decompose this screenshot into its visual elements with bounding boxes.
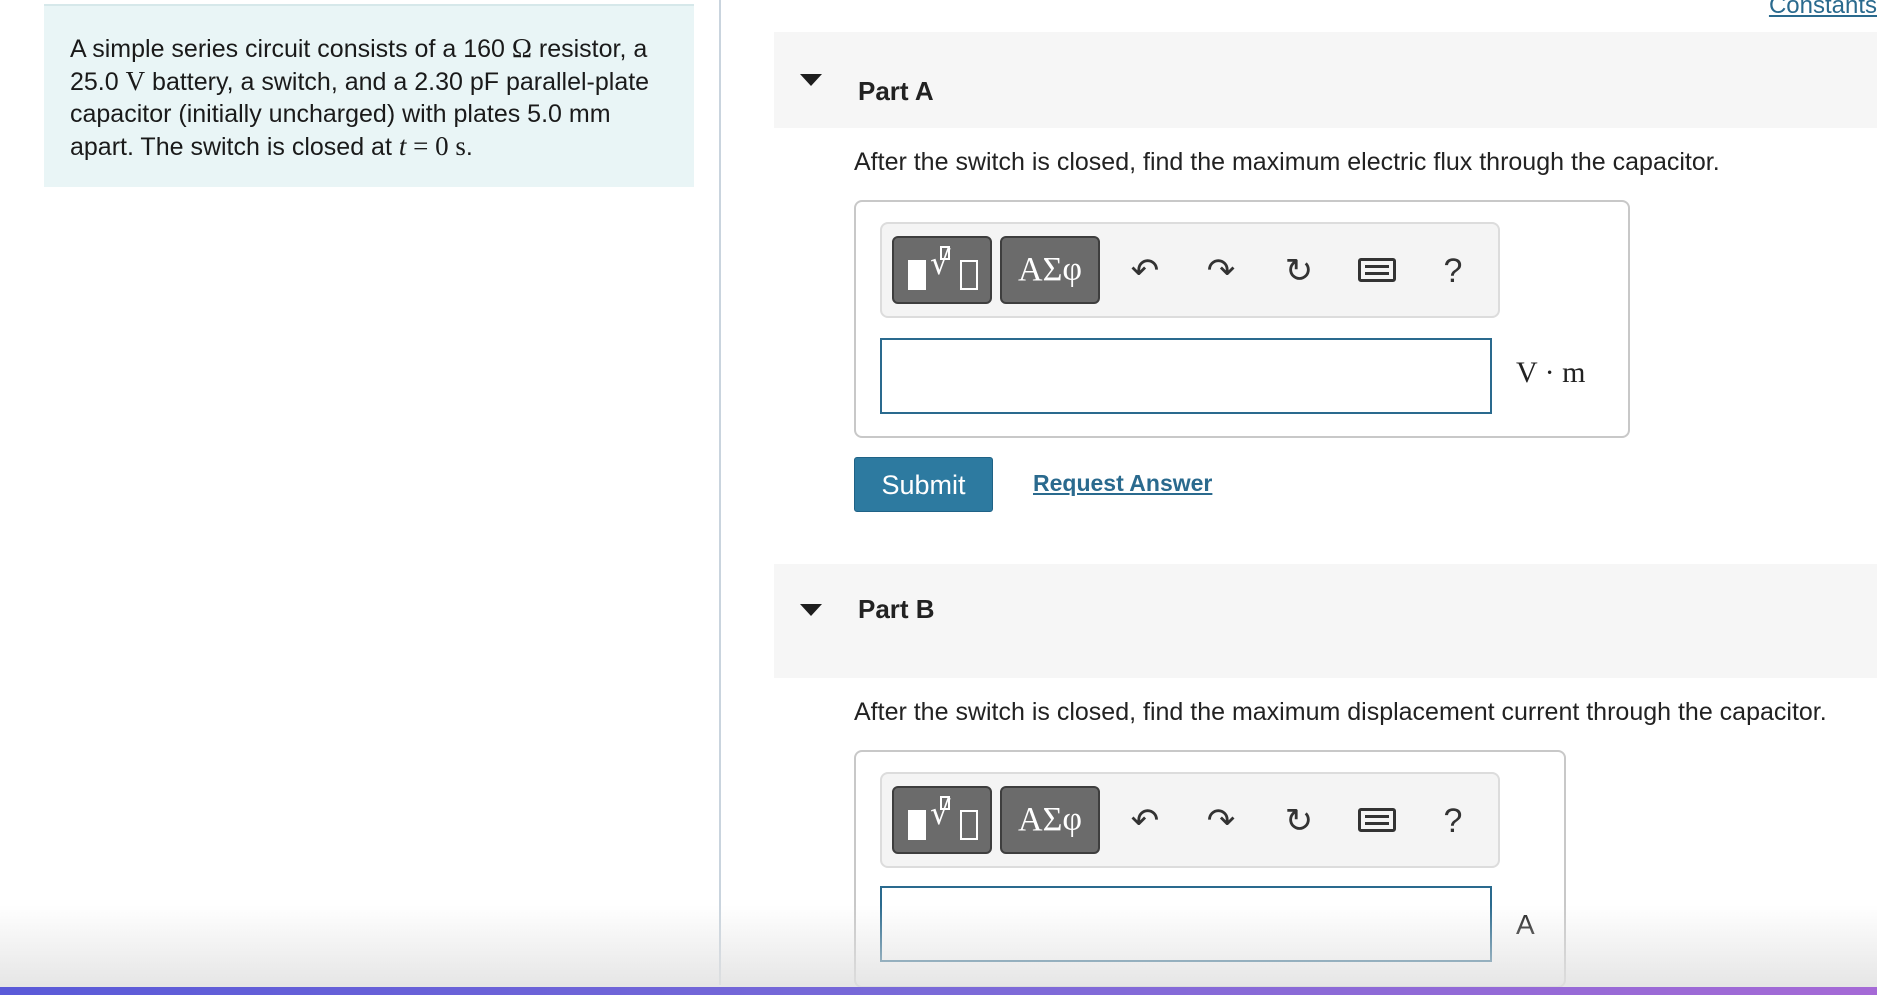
symbols-button[interactable]: ΑΣφ xyxy=(1000,786,1100,854)
request-answer-link[interactable]: Request Answer xyxy=(1033,470,1212,497)
exponent-box-icon xyxy=(940,246,950,260)
undo-icon[interactable]: ↶ xyxy=(1120,246,1170,296)
problem-text: A simple series circuit consists of a 16… xyxy=(70,32,670,163)
part-a-question: After the switch is closed, find the max… xyxy=(854,148,1720,176)
math-toolbar: √ ΑΣφ ↶ ↷ ↻ ? xyxy=(880,222,1500,318)
submit-button[interactable]: Submit xyxy=(854,457,993,512)
part-b-unit: A xyxy=(1516,909,1535,940)
volt-symbol: V xyxy=(125,66,146,96)
templates-icon xyxy=(908,260,926,290)
part-a-title: Part A xyxy=(858,76,934,106)
bottom-accent-bar xyxy=(0,987,1877,995)
part-a-header[interactable]: Part A xyxy=(774,32,1877,128)
constants-link[interactable]: Constants xyxy=(1769,0,1877,20)
part-a-unit: V · m xyxy=(1516,356,1586,389)
radicand-box-icon xyxy=(960,810,978,840)
panel-divider xyxy=(719,0,721,985)
keyboard-key-row xyxy=(1365,822,1389,825)
problem-text-part: A simple series circuit consists of a 16… xyxy=(70,35,512,63)
keyboard-icon[interactable] xyxy=(1352,246,1402,296)
undo-icon[interactable]: ↶ xyxy=(1120,796,1170,846)
help-icon[interactable]: ? xyxy=(1428,246,1478,296)
keyboard-icon[interactable] xyxy=(1352,796,1402,846)
exponent-box-icon xyxy=(940,796,950,810)
part-b-title: Part B xyxy=(858,594,935,624)
math-toolbar: √ ΑΣφ ↶ ↷ ↻ ? xyxy=(880,772,1500,868)
redo-icon[interactable]: ↷ xyxy=(1196,246,1246,296)
part-a-answer-input[interactable] xyxy=(880,338,1492,414)
radicand-box-icon xyxy=(960,260,978,290)
collapse-caret-icon[interactable] xyxy=(800,74,822,86)
time-value: 0 s xyxy=(435,131,466,161)
reset-icon[interactable]: ↻ xyxy=(1274,796,1324,846)
reset-icon[interactable]: ↻ xyxy=(1274,246,1324,296)
part-b-answer-box: √ ΑΣφ ↶ ↷ ↻ ? A xyxy=(854,750,1566,988)
keyboard-key-row xyxy=(1365,815,1389,818)
problem-text-part: . xyxy=(465,133,473,161)
templates-icon xyxy=(908,810,926,840)
keyboard-glyph xyxy=(1358,258,1396,282)
help-icon[interactable]: ? xyxy=(1428,796,1478,846)
keyboard-key-row xyxy=(1365,265,1389,268)
keyboard-glyph xyxy=(1358,808,1396,832)
templates-button[interactable]: √ xyxy=(892,236,992,304)
redo-icon[interactable]: ↷ xyxy=(1196,796,1246,846)
equals-sign: = xyxy=(406,131,436,161)
part-b-question: After the switch is closed, find the max… xyxy=(854,698,1827,726)
collapse-caret-icon[interactable] xyxy=(800,604,822,616)
part-a-answer-box: √ ΑΣφ ↶ ↷ ↻ ? V · m xyxy=(854,200,1630,438)
keyboard-key-row xyxy=(1365,272,1389,275)
ohm-symbol: Ω xyxy=(511,33,532,63)
part-b-header[interactable]: Part B xyxy=(774,564,1877,678)
templates-button[interactable]: √ xyxy=(892,786,992,854)
symbols-button[interactable]: ΑΣφ xyxy=(1000,236,1100,304)
part-b-answer-input[interactable] xyxy=(880,886,1492,962)
problem-text-part: battery, a switch, and a 2.30 pF paralle… xyxy=(70,68,650,161)
problem-statement: A simple series circuit consists of a 16… xyxy=(44,6,694,187)
